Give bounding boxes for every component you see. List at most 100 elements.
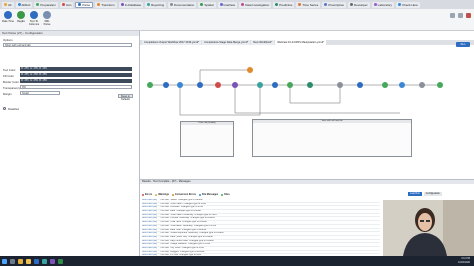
ribbon-tool-datetime[interactable]: Date Time — [2, 11, 14, 23]
mail-icon[interactable] — [34, 258, 39, 264]
configuration-button[interactable]: Configuration — [423, 192, 442, 196]
category-tab[interactable]: Interface — [217, 1, 238, 8]
message-source: Auto Field (22) — [142, 202, 158, 205]
tool-node-formula[interactable] — [197, 82, 203, 88]
tool-node-browse-2[interactable] — [419, 82, 425, 88]
maximize-icon[interactable] — [458, 13, 463, 18]
fill-color-field[interactable]: R: 255, G: 255, B: 255 — [20, 73, 132, 77]
tool-node-summarize[interactable] — [247, 67, 253, 73]
tool-ribbon: Date Time RegEx Text To Columns XML Pars… — [0, 9, 474, 31]
category-label: Time Series — [302, 2, 319, 7]
warning-icon — [155, 193, 158, 196]
category-icon — [298, 3, 302, 6]
category-tab[interactable]: Data Investigation — [239, 1, 272, 8]
tool-node-union[interactable] — [232, 82, 238, 88]
category-label: Spatial — [204, 2, 214, 7]
category-label: Join — [65, 2, 72, 7]
presenter-webcam — [383, 200, 474, 256]
ribbon-tool-xml-parse[interactable]: XML Parse — [41, 11, 53, 26]
filter-files[interactable]: Files — [221, 193, 230, 196]
tool-node-sample[interactable] — [399, 82, 405, 88]
minimize-icon[interactable] — [450, 13, 455, 18]
category-tab[interactable]: Check Here — [396, 1, 420, 8]
options-label: Options — [3, 38, 13, 42]
category-tab[interactable]: Preparation — [34, 1, 58, 8]
category-tab[interactable]: Join — [59, 1, 74, 8]
taskbar-clock[interactable]: 3:11 PM 10/24/2020 — [458, 257, 470, 264]
fill-color-label: Fill Color — [3, 74, 15, 78]
chat-icon[interactable] — [50, 258, 55, 264]
category-icon — [200, 3, 204, 6]
category-tab[interactable]: Transform — [95, 1, 117, 8]
tool-node-filter[interactable] — [177, 82, 183, 88]
message-source: Auto Field (22) — [142, 221, 158, 224]
message-source: Auto Field (22) — [142, 217, 158, 220]
message-text: The field "Tests Taken" changed type to … — [160, 202, 206, 205]
category-label: Preparation — [40, 2, 56, 7]
tool-node-sort[interactable] — [257, 82, 263, 88]
category-tab[interactable]: Documentation — [168, 1, 197, 8]
category-label: Developer — [353, 2, 368, 7]
category-tab[interactable]: Predictive — [273, 1, 295, 8]
reset-defaults-button[interactable]: Reset to Defaults — [118, 94, 133, 101]
message-source: Auto Field (22) — [142, 228, 158, 231]
tool-container-null-tab[interactable]: Start with null and tab — [252, 119, 412, 157]
category-tab[interactable]: In-Database — [118, 1, 144, 8]
message-text: The field "Flagged" changed type to Doub… — [160, 250, 205, 253]
tool-node-output[interactable] — [382, 82, 388, 88]
tool-node-join[interactable] — [215, 82, 221, 88]
filter-errors[interactable]: Errors — [142, 193, 152, 196]
results-right-buttons: Last Run Configuration — [408, 192, 442, 196]
category-label: Predictive — [279, 2, 293, 7]
tool-node-output-2[interactable] — [437, 82, 443, 88]
start-icon[interactable] — [2, 258, 7, 264]
margin-select[interactable]: Small — [20, 91, 60, 95]
category-tab[interactable]: AltDcd — [15, 1, 33, 8]
category-tab[interactable]: Reporting — [145, 1, 167, 8]
category-icon — [373, 3, 377, 6]
text-color-field[interactable]: R: 255, G: 255, B: 255 — [20, 67, 132, 71]
disabled-radio[interactable] — [3, 107, 6, 110]
ribbon-tool-label: RegEx — [17, 20, 25, 23]
message-text: The field "Days Since Case" changed type… — [160, 239, 214, 242]
message-text: The field "Positives" changed type to In… — [160, 206, 204, 209]
category-tab[interactable]: Prescriptive — [322, 1, 346, 8]
tool-node-select[interactable] — [163, 82, 169, 88]
filter-file-messages[interactable]: File Messages — [199, 193, 218, 196]
tool-node-crosstab[interactable] — [307, 82, 313, 88]
border-color-field[interactable]: R: 255, G: 255, B: 255 — [20, 79, 132, 83]
transparency-field[interactable]: 0% — [20, 85, 132, 89]
category-tab[interactable]: Spatial — [198, 1, 216, 8]
tool-node-formula-2[interactable] — [357, 82, 363, 88]
browser-icon[interactable] — [18, 258, 23, 264]
category-icon — [324, 3, 328, 6]
ribbon-tool-regex[interactable]: RegEx — [15, 11, 27, 23]
tool-container-date[interactable]: Date cell pending — [180, 121, 234, 157]
category-icon — [219, 3, 223, 6]
tool-node-parse[interactable] — [272, 82, 278, 88]
ribbon-tool-text-to-columns[interactable]: Text To Columns — [28, 11, 40, 26]
folder-icon[interactable] — [26, 258, 31, 264]
workflow-canvas[interactable]: Completions Output Workflow 2017 2019.yx… — [140, 31, 474, 179]
close-icon[interactable] — [466, 13, 471, 18]
message-text: The field "Village Variation" changed ty… — [160, 243, 211, 246]
text-color-label: Text Color — [3, 68, 16, 72]
filter-conversion-errors[interactable]: Conversion Errors — [172, 193, 196, 196]
category-icon — [147, 3, 151, 6]
category-tab[interactable]: Laboratory — [371, 1, 395, 8]
tool-node-input[interactable] — [147, 82, 153, 88]
search-icon[interactable] — [10, 258, 15, 264]
last-run-button[interactable]: Last Run — [408, 192, 422, 196]
options-field[interactable]: Short with null and tab — [3, 43, 132, 47]
category-tab[interactable]: Alt — [2, 1, 14, 8]
tool-node-autofield[interactable] — [287, 82, 293, 88]
category-tab[interactable]: Parse — [75, 1, 94, 8]
filter-warnings[interactable]: Warnings — [155, 193, 169, 196]
tool-node-browse[interactable] — [337, 82, 343, 88]
category-label: AltDcd — [21, 2, 31, 7]
alteryx-icon[interactable] — [42, 258, 47, 264]
category-icon — [241, 3, 245, 6]
excel-icon[interactable] — [58, 258, 63, 264]
category-tab[interactable]: Time Series — [296, 1, 321, 8]
category-tab[interactable]: Developer — [347, 1, 370, 8]
